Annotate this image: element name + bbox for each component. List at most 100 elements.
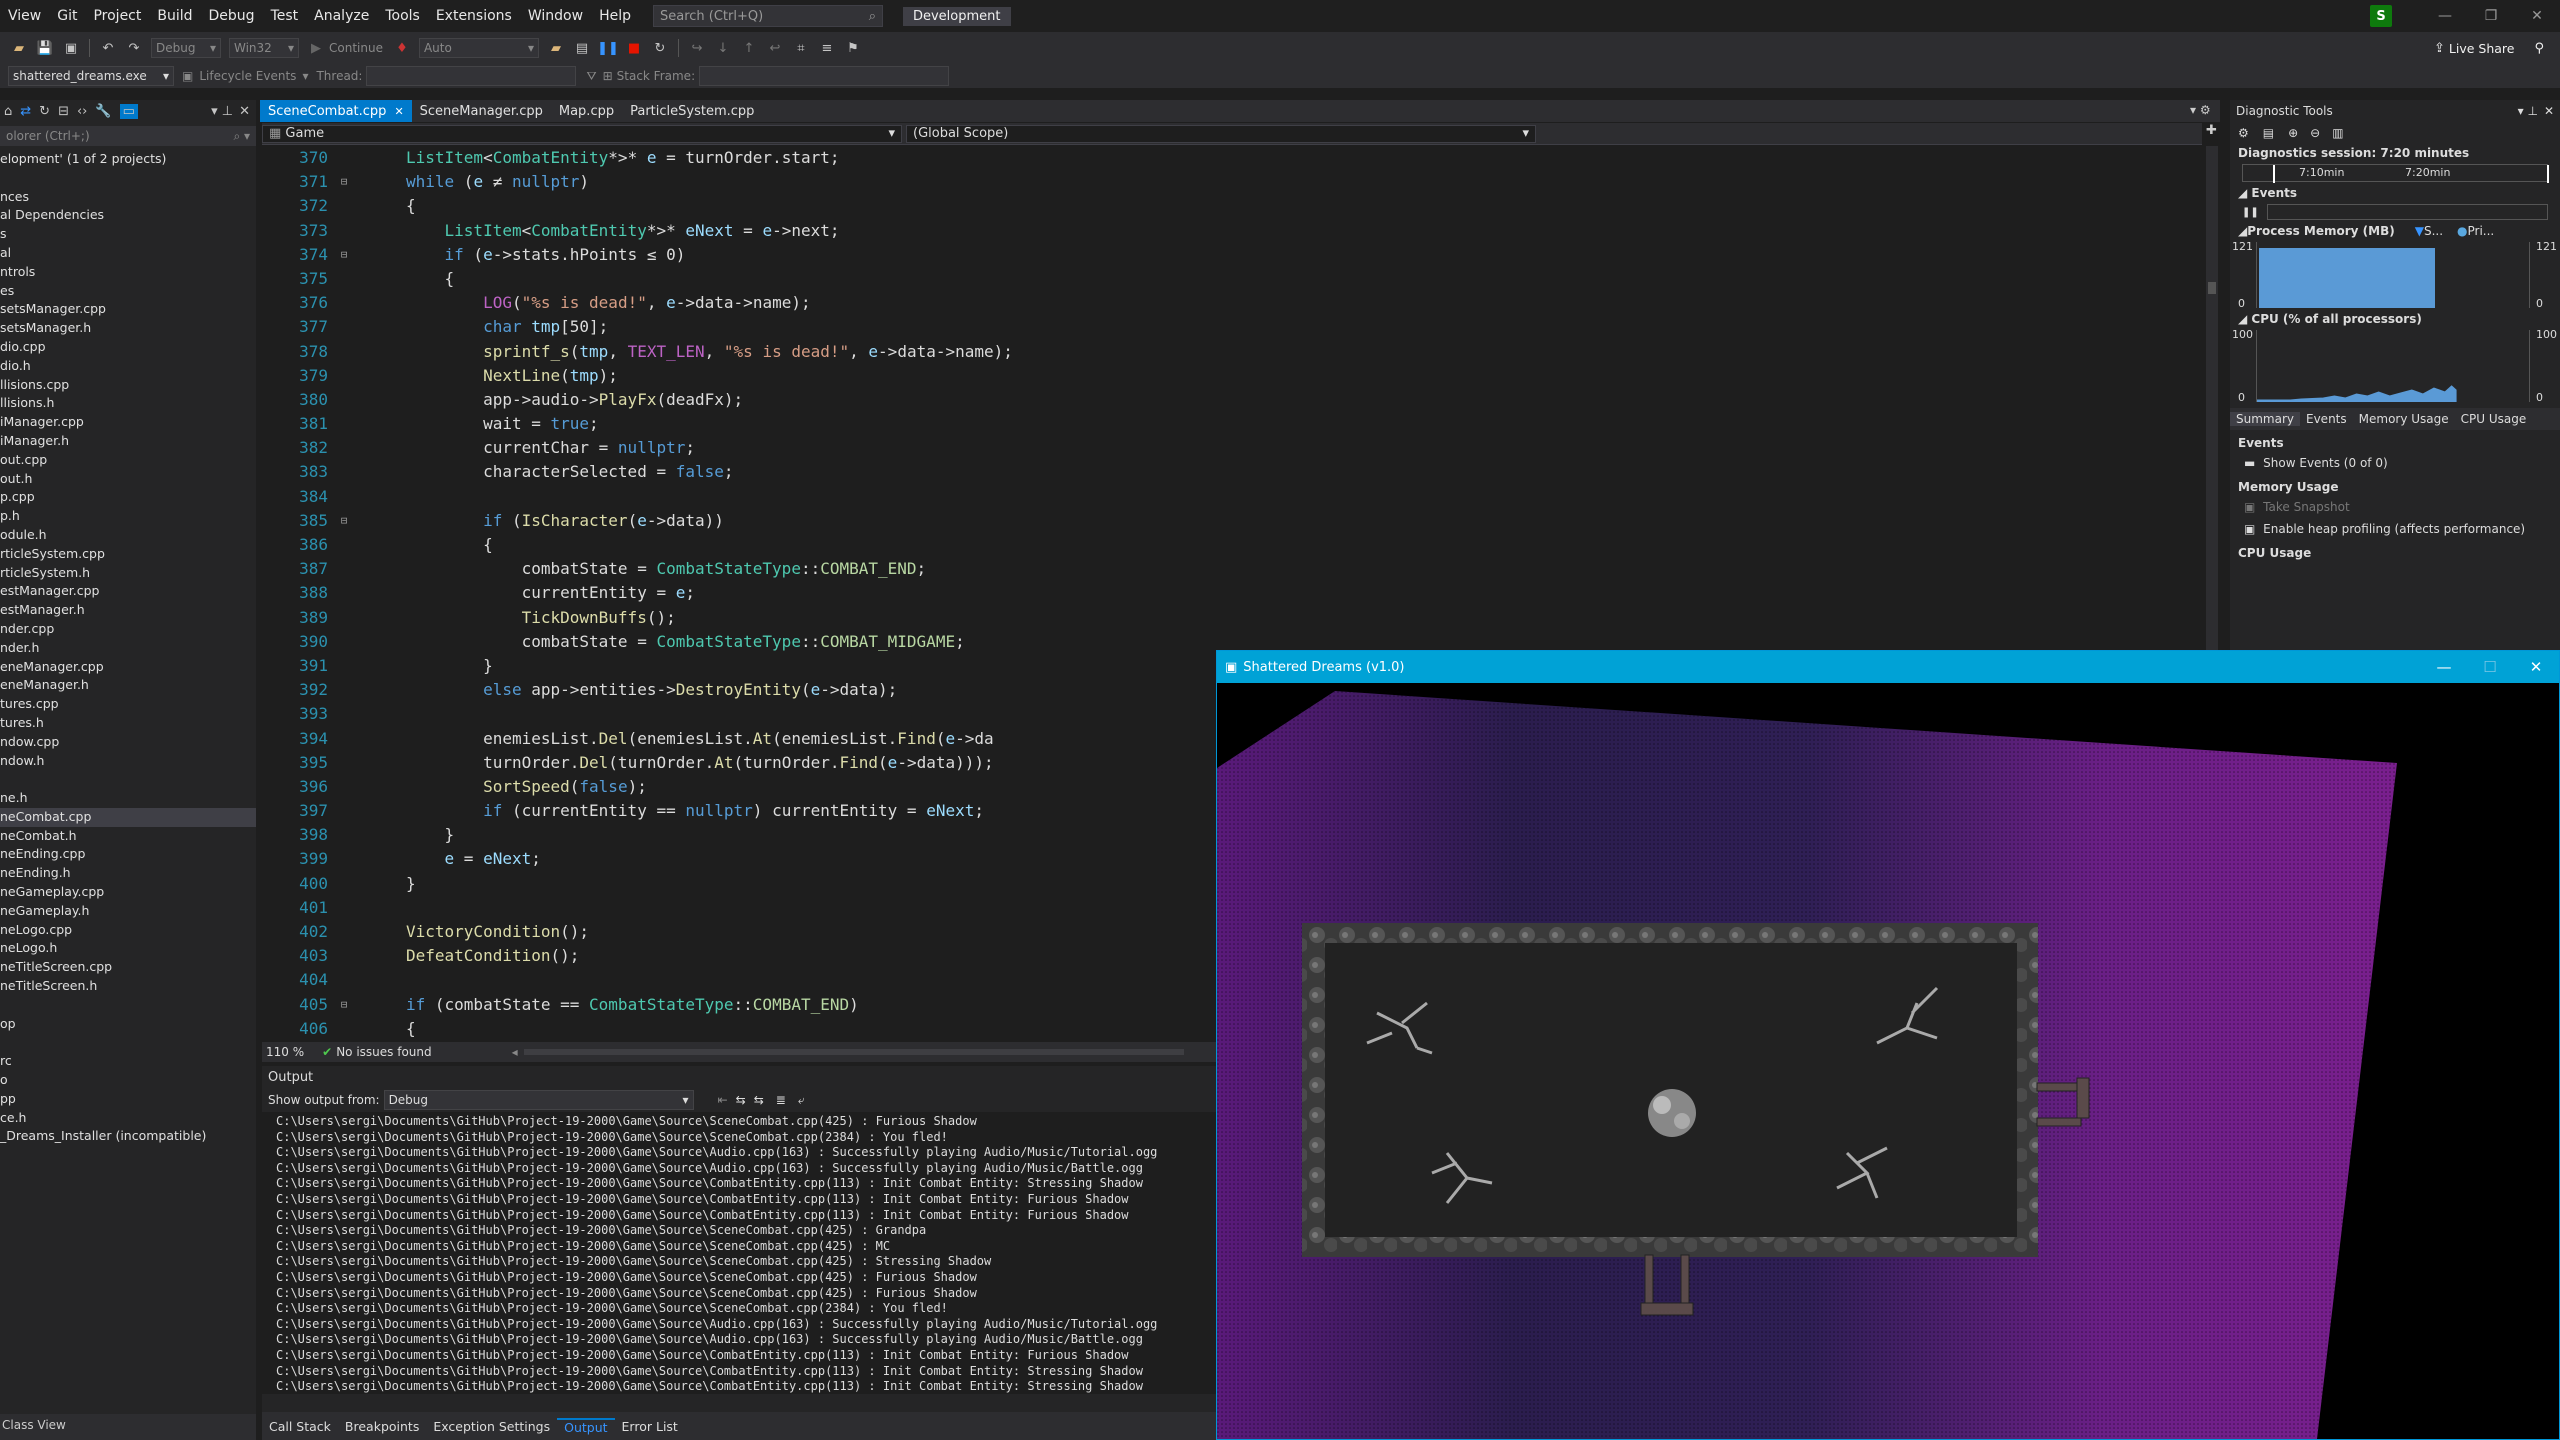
tree-item[interactable]: o bbox=[0, 1071, 256, 1090]
zoom-level[interactable]: 110 % bbox=[266, 1045, 304, 1059]
game-title-bar[interactable]: ▣ Shattered Dreams (v1.0) — ☐ ✕ bbox=[1217, 651, 2559, 683]
stack-frame-combo[interactable] bbox=[699, 66, 950, 86]
take-snapshot-row[interactable]: ▣ Take Snapshot bbox=[2230, 496, 2560, 518]
code-line[interactable]: 382 currentChar = nullptr; bbox=[262, 436, 2202, 460]
code-line[interactable]: 386 { bbox=[262, 533, 2202, 557]
reset-zoom-icon[interactable]: ▥ bbox=[2332, 126, 2343, 140]
code-line[interactable]: 375 { bbox=[262, 267, 2202, 291]
tree-item[interactable]: ndow.cpp bbox=[0, 733, 256, 752]
tree-item[interactable]: nces bbox=[0, 188, 256, 207]
menu-help[interactable]: Help bbox=[591, 0, 639, 32]
tree-item[interactable]: out.cpp bbox=[0, 451, 256, 470]
tab-error-list[interactable]: Error List bbox=[615, 1419, 685, 1434]
tree-item[interactable]: rc bbox=[0, 1052, 256, 1071]
hex-icon[interactable]: ⌗ bbox=[790, 37, 812, 59]
step-out-icon[interactable]: ↑ bbox=[738, 37, 760, 59]
open-folder-icon[interactable]: ▰ bbox=[8, 37, 30, 59]
tree-item[interactable]: llisions.cpp bbox=[0, 376, 256, 395]
code-line[interactable]: 377 char tmp[50]; bbox=[262, 315, 2202, 339]
code-line[interactable]: 387 combatState = CombatStateType::COMBA… bbox=[262, 557, 2202, 581]
save-all-icon[interactable]: ▣ bbox=[60, 37, 82, 59]
diag-tab-summary[interactable]: Summary bbox=[2230, 412, 2300, 426]
feedback-icon[interactable]: ⚲ bbox=[2534, 41, 2544, 56]
home-icon[interactable]: ⌂ bbox=[4, 104, 12, 119]
tree-item[interactable]: estManager.cpp bbox=[0, 582, 256, 601]
code-line[interactable]: 380 app->audio->PlayFx(deadFx); bbox=[262, 388, 2202, 412]
bookmark-icon[interactable]: ⚑ bbox=[842, 37, 864, 59]
timeline-marker[interactable] bbox=[2547, 165, 2549, 183]
pin-icon[interactable]: ▾ ⊥ bbox=[211, 104, 233, 119]
folder-icon[interactable]: ▰ bbox=[545, 37, 567, 59]
code-line[interactable]: 389 TickDownBuffs(); bbox=[262, 606, 2202, 630]
prev-message-icon[interactable]: ⇆ bbox=[736, 1093, 746, 1107]
tree-item[interactable]: es bbox=[0, 282, 256, 301]
tab-call-stack[interactable]: Call Stack bbox=[262, 1419, 338, 1434]
tree-item[interactable]: setsManager.cpp bbox=[0, 300, 256, 319]
code-line[interactable]: 376 LOG("%s is dead!", e->data->name); bbox=[262, 291, 2202, 315]
tree-item[interactable]: neTitleScreen.h bbox=[0, 977, 256, 996]
tree-item[interactable]: nder.h bbox=[0, 639, 256, 658]
minimize-icon[interactable]: — bbox=[2422, 0, 2468, 32]
menu-git[interactable]: Git bbox=[49, 0, 85, 32]
tab-scenemanager-cpp[interactable]: SceneManager.cpp bbox=[412, 100, 551, 122]
step-over-icon[interactable]: ↪ bbox=[686, 37, 708, 59]
memory-chart[interactable] bbox=[2256, 242, 2530, 308]
tree-item[interactable]: neGameplay.cpp bbox=[0, 883, 256, 902]
close-icon[interactable]: ✕ bbox=[2544, 104, 2554, 118]
code-line[interactable]: 371 ⊟ while (e ≠ nullptr) bbox=[262, 170, 2202, 194]
scrollbar-thumb[interactable] bbox=[2208, 282, 2216, 294]
output-source-combo[interactable]: Debug ▾ bbox=[383, 1090, 694, 1110]
select-tools-icon[interactable]: ▤ bbox=[2263, 126, 2274, 140]
tab-particlesystem-cpp[interactable]: ParticleSystem.cpp bbox=[622, 100, 762, 122]
tree-item[interactable] bbox=[0, 169, 256, 188]
tree-item[interactable]: llisions.h bbox=[0, 394, 256, 413]
tree-item[interactable]: estManager.h bbox=[0, 601, 256, 620]
tree-item[interactable] bbox=[0, 1033, 256, 1052]
menu-window[interactable]: Window bbox=[520, 0, 591, 32]
step-into-icon[interactable]: ↓ bbox=[712, 37, 734, 59]
diag-tab-memory-usage[interactable]: Memory Usage bbox=[2353, 412, 2455, 426]
tree-item[interactable] bbox=[0, 770, 256, 789]
show-events-row[interactable]: ▬ Show Events (0 of 0) bbox=[2230, 452, 2560, 474]
stop-icon[interactable]: ■ bbox=[623, 37, 645, 59]
tree-item[interactable]: ntrols bbox=[0, 263, 256, 282]
tab-map-cpp[interactable]: Map.cpp bbox=[551, 100, 622, 122]
issues-status[interactable]: No issues found bbox=[336, 1045, 431, 1059]
wrench-icon[interactable]: 🔧 bbox=[95, 104, 111, 119]
tree-item[interactable]: iManager.h bbox=[0, 432, 256, 451]
lifecycle-events-button[interactable]: Lifecycle Events bbox=[199, 69, 296, 83]
tree-item[interactable]: neEnding.h bbox=[0, 864, 256, 883]
continue-button[interactable]: Continue bbox=[329, 41, 383, 55]
clear-all-icon[interactable]: ≣ bbox=[776, 1093, 786, 1107]
fire-icon[interactable]: ♦ bbox=[391, 37, 413, 59]
tree-item[interactable]: neLogo.cpp bbox=[0, 921, 256, 940]
code-line[interactable]: 378 sprintf_s(tmp, TEXT_LEN, "%s is dead… bbox=[262, 340, 2202, 364]
menu-debug[interactable]: Debug bbox=[201, 0, 263, 32]
diag-tab-events[interactable]: Events bbox=[2300, 412, 2353, 426]
tree-item[interactable]: nder.cpp bbox=[0, 620, 256, 639]
code-icon[interactable]: ‹› bbox=[77, 104, 87, 119]
code-line[interactable]: 384 bbox=[262, 485, 2202, 509]
show-events-link[interactable]: Show Events (0 of 0) bbox=[2263, 456, 2387, 470]
dropdown-icon[interactable]: ▾ bbox=[302, 69, 308, 83]
code-line[interactable]: 388 currentEntity = e; bbox=[262, 581, 2202, 605]
solution-search-input[interactable]: olorer (Ctrl+;) ⌕ ▾ bbox=[0, 126, 256, 146]
game-window[interactable]: ▣ Shattered Dreams (v1.0) — ☐ ✕ bbox=[1216, 650, 2560, 1440]
tree-item[interactable]: neGameplay.h bbox=[0, 902, 256, 921]
screenshot-icon[interactable]: ▤ bbox=[571, 37, 593, 59]
global-scope-combo[interactable]: (Global Scope) ▾ bbox=[906, 124, 1536, 143]
maximize-icon[interactable]: ☐ bbox=[2467, 658, 2513, 676]
code-line[interactable]: 372 { bbox=[262, 194, 2202, 218]
zoom-in-icon[interactable]: ⊕ bbox=[2288, 126, 2298, 140]
avatar[interactable]: S bbox=[2370, 5, 2392, 27]
tab-exception-settings[interactable]: Exception Settings bbox=[426, 1419, 557, 1434]
close-icon[interactable]: ✕ bbox=[2513, 658, 2559, 676]
play-icon[interactable]: ▶ bbox=[305, 37, 327, 59]
code-line[interactable]: 383 characterSelected = false; bbox=[262, 460, 2202, 484]
fold-toggle-icon[interactable]: ⊟ bbox=[334, 170, 354, 194]
tree-item[interactable]: neLogo.h bbox=[0, 939, 256, 958]
take-snapshot-button[interactable]: Take Snapshot bbox=[2263, 500, 2350, 514]
tree-item[interactable] bbox=[0, 996, 256, 1015]
scroll-left-icon[interactable]: ◂ bbox=[512, 1045, 518, 1059]
tree-item[interactable]: neEnding.cpp bbox=[0, 845, 256, 864]
